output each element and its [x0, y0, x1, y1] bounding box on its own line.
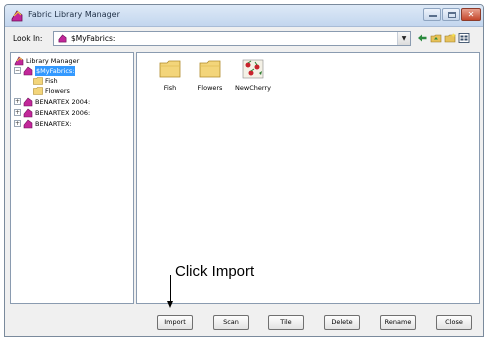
- rename-button[interactable]: Rename: [380, 315, 416, 330]
- fabric-drive-icon: [23, 66, 33, 76]
- up-folder-icon[interactable]: [430, 32, 442, 44]
- tree-item-benartex-2004[interactable]: + BENARTEX 2004:: [14, 97, 129, 107]
- look-in-value: $MyFabrics:: [71, 34, 116, 43]
- file-item-newcherry[interactable]: NewCherry: [223, 53, 283, 103]
- folder-icon: [199, 60, 221, 78]
- fabric-drive-icon: [23, 97, 33, 107]
- close-window-button[interactable]: ✕: [461, 8, 481, 21]
- callout-line: [170, 275, 171, 303]
- import-button[interactable]: Import: [157, 315, 193, 330]
- minimize-button[interactable]: [423, 8, 441, 21]
- look-in-dropdown[interactable]: $MyFabrics: ▼: [53, 31, 411, 46]
- delete-button[interactable]: Delete: [324, 315, 360, 330]
- collapse-icon[interactable]: −: [14, 67, 21, 74]
- tree-item-label: $MyFabrics:: [35, 66, 76, 76]
- fabric-library-icon: [11, 10, 23, 22]
- expand-icon[interactable]: +: [14, 98, 21, 105]
- tile-button[interactable]: Tile: [268, 315, 304, 330]
- close-button[interactable]: Close: [436, 315, 472, 330]
- tree-item-myfabrics[interactable]: − $MyFabrics:: [14, 66, 129, 76]
- folder-icon: [33, 87, 43, 95]
- fabric-drive-icon: [23, 119, 33, 129]
- tree-item-benartex-2006[interactable]: + BENARTEX 2006:: [14, 108, 129, 118]
- tree-item-label: Library Manager: [26, 57, 80, 65]
- tree-item-label: Flowers: [45, 87, 70, 95]
- minimize-icon: [429, 15, 437, 17]
- view-menu-icon[interactable]: [458, 32, 470, 44]
- file-item-label: NewCherry: [235, 84, 271, 92]
- tree-item-label: BENARTEX:: [35, 120, 72, 128]
- tree-item-label: Fish: [45, 77, 58, 85]
- tree-item-library-manager[interactable]: Library Manager: [14, 56, 129, 66]
- close-icon: ✕: [467, 10, 475, 19]
- folder-icon: [33, 77, 43, 85]
- tree-item-label: BENARTEX 2006:: [35, 109, 91, 117]
- maximize-button[interactable]: [442, 8, 460, 21]
- folder-icon: [159, 60, 181, 78]
- scan-button[interactable]: Scan: [213, 315, 249, 330]
- fabric-drive-icon: [58, 34, 67, 43]
- expand-icon[interactable]: +: [14, 120, 21, 127]
- chevron-down-icon[interactable]: ▼: [397, 32, 410, 45]
- expand-icon[interactable]: +: [14, 109, 21, 116]
- new-folder-icon[interactable]: [444, 32, 456, 44]
- folder-tree[interactable]: Library Manager − $MyFabrics: Fish Flowe…: [10, 52, 134, 304]
- fabric-drive-icon: [23, 108, 33, 118]
- fabric-library-window: Fabric Library Manager ✕ Look In: $MyFab…: [4, 4, 484, 337]
- callout-arrowhead: [167, 301, 173, 308]
- maximize-icon: [448, 12, 456, 18]
- title-bar: Fabric Library Manager ✕: [5, 5, 483, 27]
- tree-item-benartex[interactable]: + BENARTEX:: [14, 119, 129, 129]
- tree-item-label: BENARTEX 2004:: [35, 98, 91, 106]
- look-in-label: Look In:: [13, 34, 43, 43]
- window-title: Fabric Library Manager: [28, 10, 120, 19]
- tree-item-flowers[interactable]: Flowers: [33, 86, 129, 96]
- fabric-swatch-icon: [242, 59, 264, 79]
- library-icon: [14, 56, 24, 66]
- tree-item-fish[interactable]: Fish: [33, 76, 129, 86]
- callout-text: Click Import: [175, 263, 255, 280]
- back-arrow-icon[interactable]: [416, 32, 428, 44]
